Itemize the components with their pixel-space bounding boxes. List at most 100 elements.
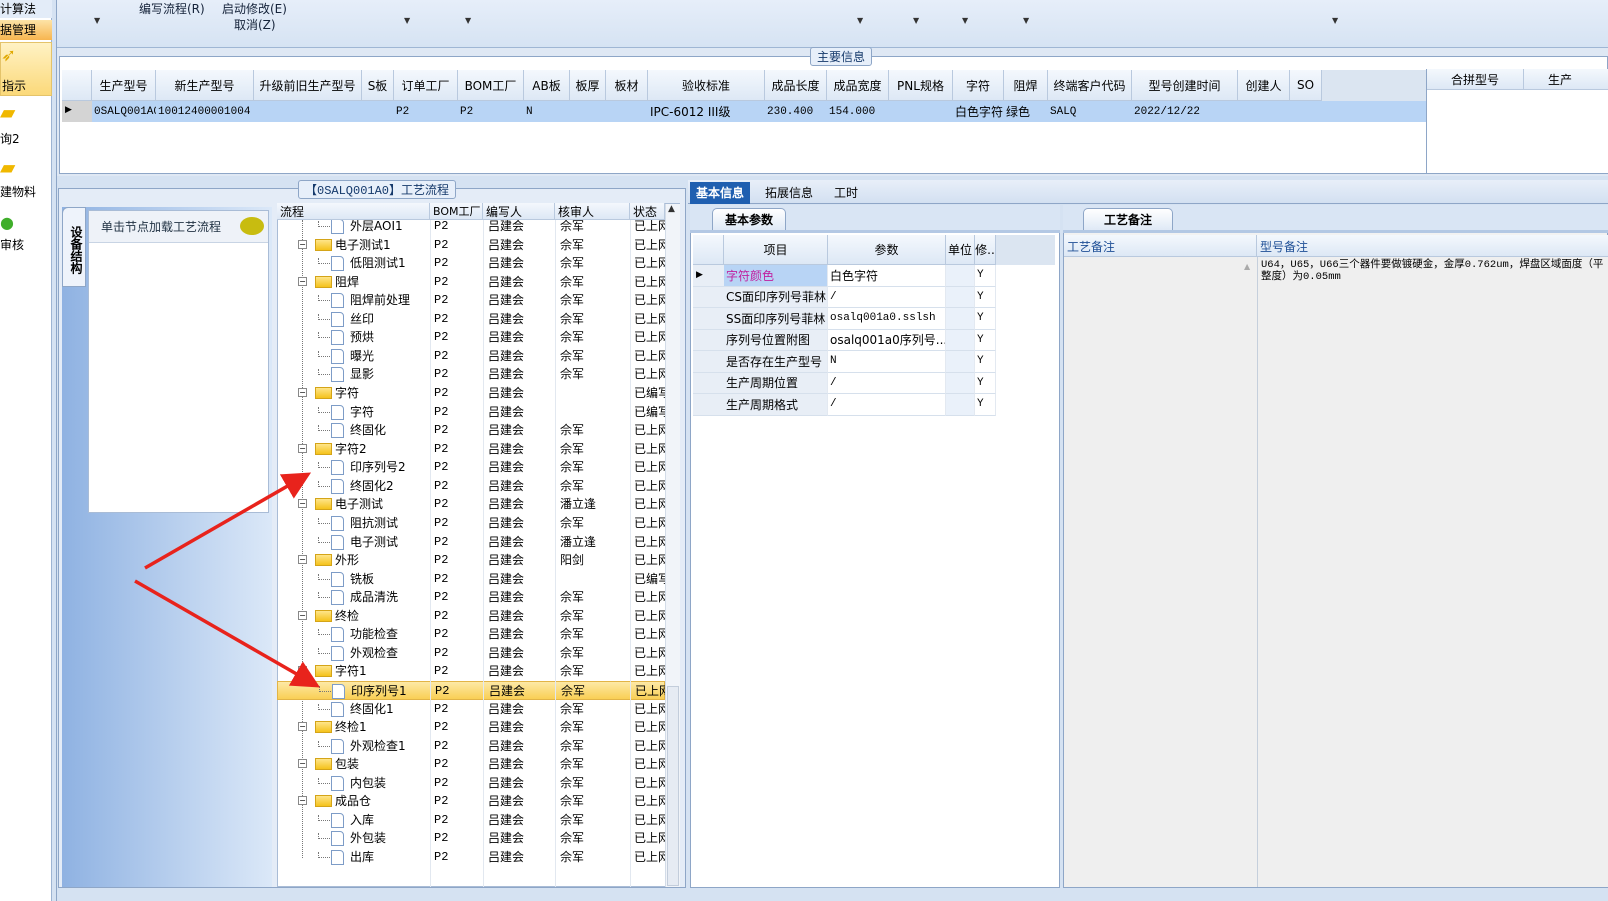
row-header-corner xyxy=(693,235,724,265)
column-header[interactable]: 订单工厂 xyxy=(394,70,458,101)
column-header[interactable]: PNL规格 xyxy=(889,70,953,101)
grid-cell[interactable] xyxy=(570,101,606,122)
process-remark-label: 工艺备注 xyxy=(1064,235,1257,257)
annotation-arrow xyxy=(134,579,321,688)
tab-process-remarks[interactable]: 工艺备注 xyxy=(1083,208,1174,230)
grid-cell[interactable]: 10012400001004 xyxy=(156,101,254,122)
param-cell[interactable]: N xyxy=(828,351,946,373)
grid-cell[interactable]: 154.000 xyxy=(827,101,889,122)
column-header[interactable]: S板 xyxy=(362,70,394,101)
grid-cell[interactable] xyxy=(889,101,953,122)
column-header[interactable]: 字符 xyxy=(953,70,1004,101)
param-cell[interactable]: / xyxy=(828,394,946,416)
param-cell[interactable]: 序列号位置附图 xyxy=(724,329,828,351)
column-divider xyxy=(630,220,631,887)
param-cell[interactable]: CS面印序列号菲林 xyxy=(724,286,828,308)
param-column-header[interactable]: 单位 xyxy=(946,235,975,265)
grid-cell[interactable] xyxy=(362,101,394,122)
grid-cell[interactable]: 白色字符 xyxy=(953,101,1004,122)
column-header[interactable]: 验收标准 xyxy=(648,70,765,101)
grid-cell[interactable]: IPC-6012 III级 xyxy=(648,101,765,122)
row-indicator xyxy=(693,308,724,330)
param-cell[interactable]: Y xyxy=(975,394,996,416)
grid-cell[interactable]: SALQ xyxy=(1048,101,1132,122)
param-cell[interactable]: Y xyxy=(975,372,996,394)
param-cell[interactable] xyxy=(946,351,975,373)
column-divider xyxy=(430,220,431,887)
param-cell[interactable]: Y xyxy=(975,351,996,373)
grid-cell[interactable] xyxy=(254,101,362,122)
grid-cell[interactable]: P2 xyxy=(394,101,458,122)
param-cell[interactable]: 生产周期格式 xyxy=(724,394,828,416)
param-cell[interactable] xyxy=(946,372,975,394)
row-indicator: ▶ xyxy=(693,265,724,287)
column-header[interactable]: 生产型号 xyxy=(92,70,156,101)
row-indicator xyxy=(693,372,724,394)
grid-cell[interactable]: 0SALQ001A0 xyxy=(92,101,156,122)
tree-column-header[interactable]: 状态 xyxy=(630,203,665,220)
process-remark-field[interactable] xyxy=(1064,257,1257,887)
param-cell[interactable]: Y xyxy=(975,286,996,308)
tree-column-header[interactable]: 流程 xyxy=(277,203,430,220)
param-cell[interactable] xyxy=(946,329,975,351)
param-column-header[interactable]: 项目 xyxy=(724,235,828,265)
column-divider xyxy=(555,220,556,887)
column-header[interactable]: 创建人 xyxy=(1238,70,1290,101)
grid-cell[interactable] xyxy=(606,101,648,122)
column-header[interactable]: 新生产型号 xyxy=(156,70,254,101)
row-indicator xyxy=(693,351,724,373)
param-cell[interactable]: / xyxy=(828,372,946,394)
row-indicator xyxy=(693,286,724,308)
param-cell[interactable]: SS面印序列号菲林 xyxy=(724,308,828,330)
model-remark-field[interactable]: U64，U65，U66三个器件要做镀硬金，金厚0.762um，焊盘区域面度（平整… xyxy=(1257,257,1608,887)
tab-work-hours[interactable]: 工时 xyxy=(828,182,864,203)
param-cell[interactable] xyxy=(946,286,975,308)
column-divider xyxy=(483,220,484,887)
param-cell[interactable] xyxy=(946,308,975,330)
grid-cell[interactable] xyxy=(1238,101,1290,122)
param-column-header[interactable]: 修.. xyxy=(975,235,996,265)
header-filler xyxy=(1322,70,1426,101)
grid-cell[interactable]: 230.400 xyxy=(765,101,827,122)
param-cell[interactable]: Y xyxy=(975,329,996,351)
grid-cell[interactable]: N xyxy=(524,101,570,122)
grid-cell[interactable]: 2022/12/22 xyxy=(1132,101,1238,122)
param-cell[interactable]: 字符颜色 xyxy=(724,265,828,287)
scroll-up-icon[interactable]: ▲ xyxy=(1244,262,1250,271)
param-cell[interactable]: 是否存在生产型号 xyxy=(724,351,828,373)
param-cell[interactable]: 白色字符 xyxy=(828,265,946,287)
param-cell[interactable] xyxy=(946,394,975,416)
param-cell[interactable]: osalq001a0.sslsh xyxy=(828,308,946,330)
column-header[interactable]: 型号创建时间 xyxy=(1132,70,1238,101)
tree-column-header[interactable]: 编写人 xyxy=(483,203,555,220)
grid-cell[interactable] xyxy=(1290,101,1322,122)
param-cell[interactable]: 生产周期位置 xyxy=(724,372,828,394)
column-header[interactable]: AB板 xyxy=(524,70,570,101)
column-header[interactable]: 阻焊 xyxy=(1004,70,1048,101)
column-header[interactable]: 成品宽度 xyxy=(827,70,889,101)
row-header-corner xyxy=(62,70,92,101)
row-indicator xyxy=(693,394,724,416)
column-header[interactable]: 升级前旧生产型号 xyxy=(254,70,362,101)
tab-basic-info[interactable]: 基本信息 xyxy=(690,182,751,204)
column-header[interactable]: 板厚 xyxy=(570,70,606,101)
column-header[interactable]: 终端客户代码 xyxy=(1048,70,1132,101)
column-header[interactable]: SO xyxy=(1290,70,1322,101)
param-column-header[interactable]: 参数 xyxy=(828,235,946,265)
column-header[interactable]: BOM工厂 xyxy=(458,70,524,101)
param-cell[interactable] xyxy=(946,265,975,287)
tab-extended-info[interactable]: 拓展信息 xyxy=(759,182,819,203)
grid-cell[interactable]: 绿色 xyxy=(1004,101,1048,122)
header-filler xyxy=(996,235,1055,265)
column-header[interactable]: 板材 xyxy=(606,70,648,101)
row-indicator-icon: ▶ xyxy=(62,101,92,122)
tree-column-header[interactable]: 核审人 xyxy=(555,203,630,220)
column-header[interactable]: 成品长度 xyxy=(765,70,827,101)
param-cell[interactable]: Y xyxy=(975,308,996,330)
tab-basic-params[interactable]: 基本参数 xyxy=(712,208,787,230)
param-cell[interactable]: Y xyxy=(975,265,996,287)
grid-cell[interactable]: P2 xyxy=(458,101,524,122)
param-cell[interactable]: / xyxy=(828,286,946,308)
param-cell[interactable]: osalq001a0序列号... xyxy=(828,329,946,351)
tree-column-header[interactable]: BOM工厂 xyxy=(430,203,483,220)
